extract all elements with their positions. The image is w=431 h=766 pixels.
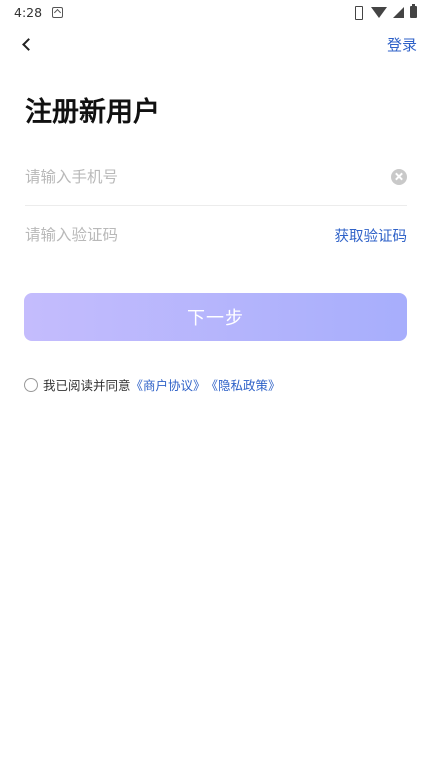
login-link[interactable]: 登录 <box>387 34 417 55</box>
agree-checkbox[interactable] <box>24 377 38 392</box>
verification-code-input[interactable] <box>25 226 335 244</box>
code-field-row: 获取验证码 <box>25 206 407 264</box>
notification-icon <box>52 6 64 18</box>
wifi-icon <box>371 6 387 18</box>
battery-icon <box>410 4 417 18</box>
register-screen: 4:28 登录 注册新用户 获取验证码 下一步 我已阅读并同意 《商户协议》 《… <box>0 0 431 766</box>
agreement-prefix: 我已阅读并同意 <box>43 378 131 393</box>
signal-icon <box>393 6 404 18</box>
clear-icon[interactable] <box>391 168 407 185</box>
status-time: 4:28 <box>14 4 43 20</box>
back-button[interactable] <box>12 30 40 58</box>
agreement-row: 我已阅读并同意 《商户协议》 《隐私政策》 <box>24 375 281 394</box>
privacy-policy-link[interactable]: 《隐私政策》 <box>206 375 281 394</box>
phone-input[interactable] <box>25 167 391 186</box>
chevron-left-icon <box>21 37 35 51</box>
merchant-agreement-link[interactable]: 《商户协议》 <box>131 375 206 394</box>
next-button[interactable]: 下一步 <box>24 293 407 341</box>
vibrate-icon <box>351 6 365 20</box>
status-bar: 4:28 <box>0 0 431 24</box>
status-left: 4:28 <box>14 4 64 20</box>
page-title: 注册新用户 <box>25 97 160 128</box>
phone-field-row <box>25 148 407 206</box>
status-right <box>351 4 417 20</box>
get-code-button[interactable]: 获取验证码 <box>335 225 408 246</box>
